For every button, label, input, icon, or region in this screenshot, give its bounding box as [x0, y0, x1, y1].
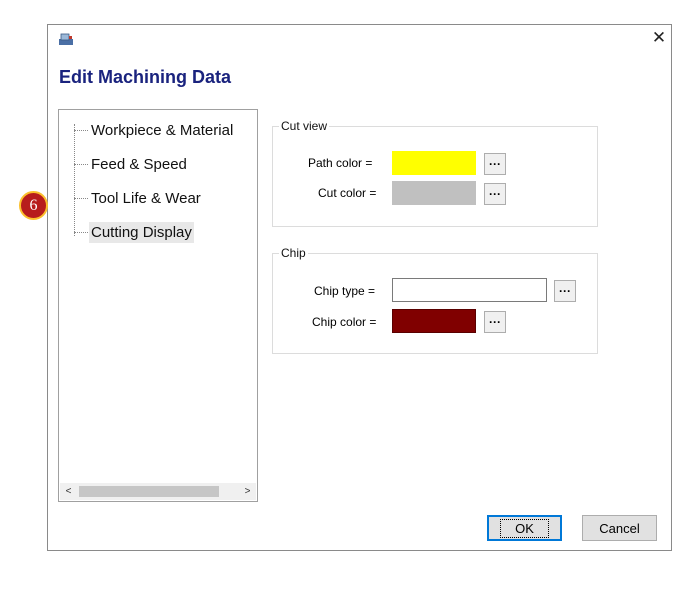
chip-color-browse-button[interactable]: ···	[484, 311, 506, 333]
category-tree[interactable]: Workpiece & Material Feed & Speed Tool L…	[58, 109, 258, 502]
tree-item-label: Feed & Speed	[91, 155, 187, 173]
path-color-browse-button[interactable]: ···	[484, 153, 506, 175]
app-icon	[59, 33, 73, 45]
close-icon: ✕	[651, 28, 667, 47]
dialog-heading: Edit Machining Data	[59, 67, 232, 87]
cut-color-swatch[interactable]	[392, 181, 476, 205]
chip-type-label: Chip type =	[314, 284, 376, 298]
close-button[interactable]: ✕	[647, 26, 671, 50]
tree-item-tool-life-wear[interactable]: Tool Life & Wear	[74, 187, 203, 209]
tree-item-label: Tool Life & Wear	[91, 189, 201, 207]
path-color-swatch[interactable]	[392, 151, 476, 175]
path-color-label: Path color =	[308, 156, 373, 170]
tree-item-label: Workpiece & Material	[91, 121, 234, 139]
chip-color-swatch[interactable]	[392, 309, 476, 333]
tree-item-feed-speed[interactable]: Feed & Speed	[74, 153, 189, 175]
chip-title: Chip	[279, 246, 308, 260]
scroll-left-icon[interactable]: <	[60, 483, 77, 500]
cut-view-group: Cut view	[272, 119, 598, 227]
scrollbar-thumb[interactable]	[79, 486, 219, 497]
scroll-right-icon[interactable]: >	[239, 483, 256, 500]
cut-color-browse-button[interactable]: ···	[484, 183, 506, 205]
edit-machining-dialog: ✕ Edit Machining Data Workpiece & Materi…	[47, 24, 672, 551]
cut-view-title: Cut view	[279, 119, 330, 133]
tree-item-cutting-display[interactable]: Cutting Display	[74, 221, 194, 243]
ok-button-label: OK	[500, 518, 549, 538]
tree-item-workpiece-material[interactable]: Workpiece & Material	[74, 119, 235, 141]
step-marker-badge: 6	[19, 191, 48, 220]
tree-item-label: Cutting Display	[89, 221, 194, 243]
chip-color-label: Chip color =	[312, 315, 377, 329]
chip-type-input[interactable]	[392, 278, 547, 302]
chip-type-browse-button[interactable]: ···	[554, 280, 576, 302]
tree-horizontal-scrollbar[interactable]: < >	[60, 483, 256, 500]
cut-color-label: Cut color =	[318, 186, 377, 200]
cancel-button[interactable]: Cancel	[582, 515, 657, 541]
chip-group: Chip	[272, 246, 598, 354]
ok-button[interactable]: OK	[487, 515, 562, 541]
